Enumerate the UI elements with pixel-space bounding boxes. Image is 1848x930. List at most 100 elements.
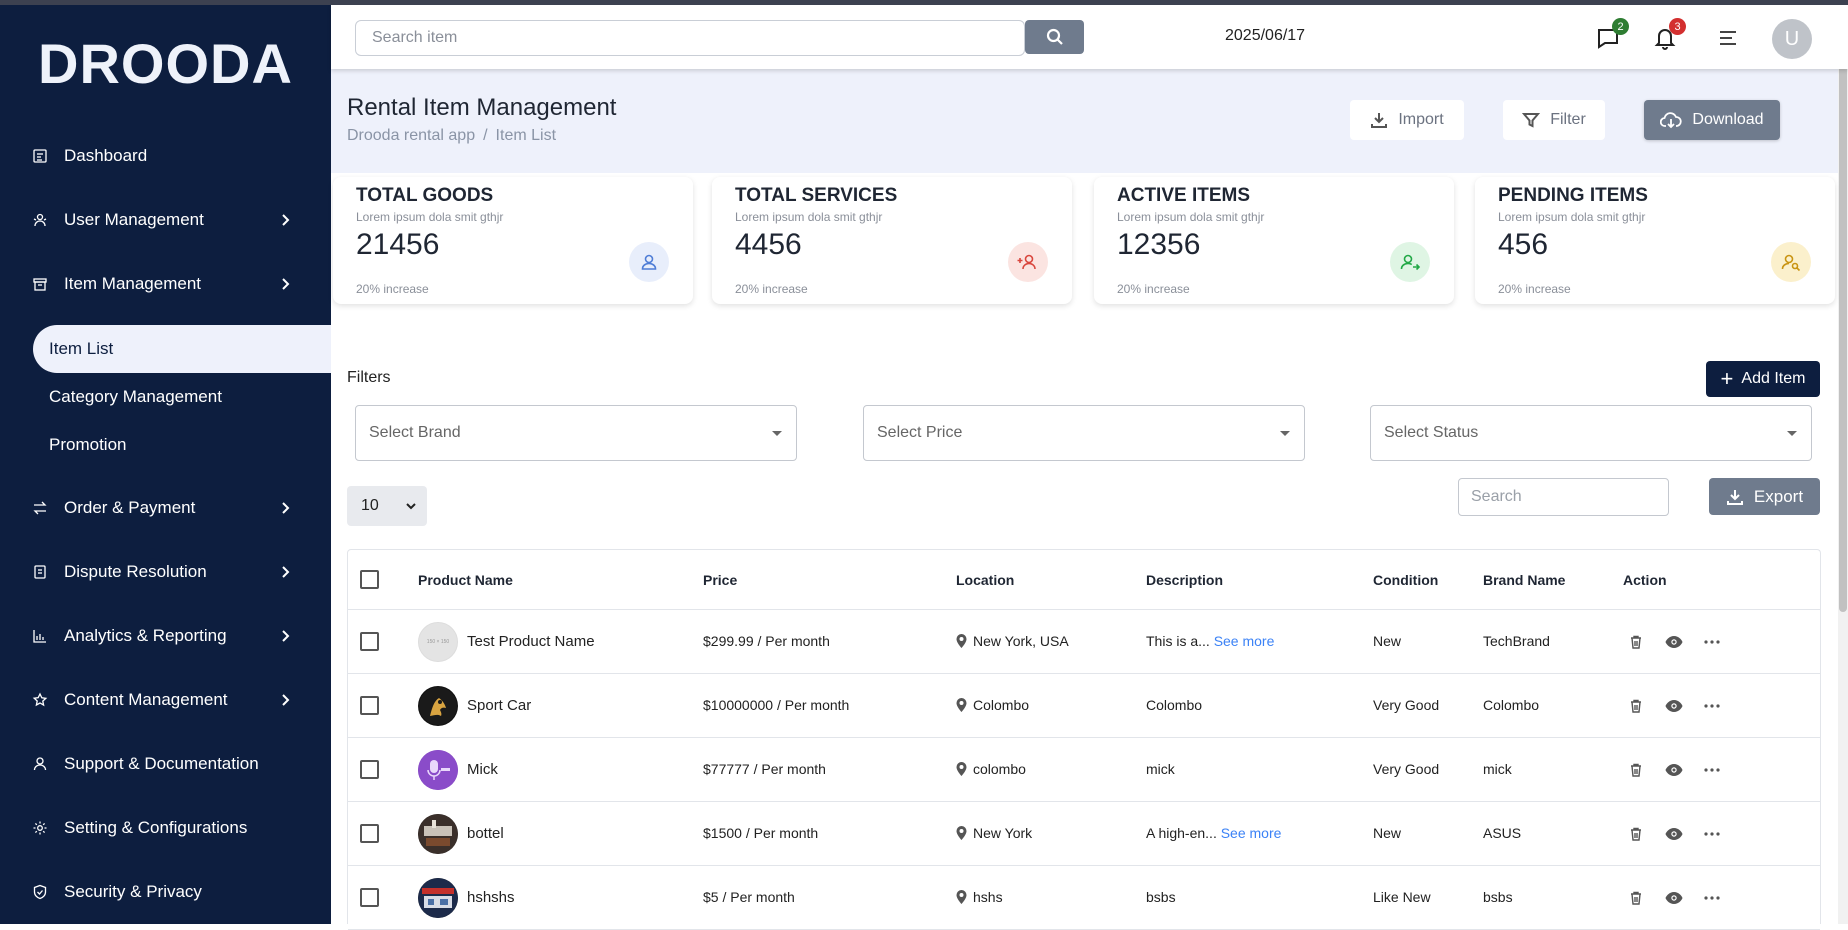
- location-pin-icon: [956, 698, 967, 712]
- trash-icon[interactable]: [1626, 632, 1646, 652]
- location-pin-icon: [956, 826, 967, 840]
- column-header-description[interactable]: Description: [1146, 572, 1223, 588]
- eye-icon[interactable]: [1664, 696, 1684, 716]
- eye-icon[interactable]: [1664, 888, 1684, 908]
- more-options-icon[interactable]: [1702, 824, 1722, 844]
- stat-card-total-goods: TOTAL GOODS Lorem ipsum dola smit gthjr …: [333, 177, 693, 304]
- stat-footer: 20% increase: [1117, 282, 1190, 296]
- header-search: [355, 20, 1025, 56]
- sidebar-subitem-category-management[interactable]: Category Management: [33, 373, 331, 421]
- gear-icon: [32, 820, 48, 836]
- app-logo: DROODA: [38, 32, 293, 95]
- sidebar-item-label: Dashboard: [64, 146, 148, 165]
- status-select[interactable]: Select Status: [1370, 405, 1812, 461]
- notifications-button[interactable]: 3: [1652, 18, 1686, 51]
- search-button[interactable]: [1025, 20, 1084, 54]
- column-header-location[interactable]: Location: [956, 572, 1014, 588]
- cloud-download-icon: [1660, 112, 1683, 129]
- eye-icon[interactable]: [1664, 632, 1684, 652]
- sidebar-item-order-payment[interactable]: Order & Payment: [0, 484, 331, 532]
- breadcrumb: Drooda rental app / Item List: [347, 127, 556, 145]
- row-checkbox[interactable]: [360, 760, 379, 779]
- sidebar-item-dashboard[interactable]: Dashboard: [0, 132, 331, 180]
- sidebar-item-support-documentation[interactable]: Support & Documentation: [0, 740, 331, 788]
- chevron-right-icon: [282, 502, 290, 514]
- rows-per-page-select[interactable]: 10: [347, 486, 427, 526]
- product-description: Colombo: [1146, 697, 1203, 713]
- notifications-badge: 3: [1669, 18, 1686, 35]
- avatar[interactable]: U: [1772, 19, 1812, 59]
- filter-label: Filter: [1550, 111, 1586, 128]
- select-all-checkbox[interactable]: [360, 570, 379, 589]
- sidebar-item-user-management[interactable]: User Management: [0, 196, 331, 244]
- table-row: hshshs $5 / Per month hshs bsbs Like New…: [348, 866, 1820, 930]
- table-search-input[interactable]: [1458, 478, 1669, 516]
- sidebar-item-security-privacy[interactable]: Security & Privacy: [0, 868, 331, 916]
- column-header-price[interactable]: Price: [703, 572, 737, 588]
- document-icon: [32, 564, 48, 580]
- sidebar-item-analytics-reporting[interactable]: Analytics & Reporting: [0, 612, 331, 660]
- stat-footer: 20% increase: [1498, 282, 1571, 296]
- chevron-right-icon: [282, 694, 290, 706]
- product-name: Test Product Name: [467, 633, 595, 650]
- product-description: A high-en...: [1146, 825, 1217, 841]
- sidebar-item-label: Analytics & Reporting: [64, 626, 227, 645]
- product-condition: New: [1373, 825, 1402, 841]
- export-button[interactable]: Export: [1709, 478, 1820, 515]
- exchange-icon: [32, 500, 48, 516]
- messages-button[interactable]: 2: [1595, 18, 1629, 51]
- trash-icon[interactable]: [1626, 760, 1646, 780]
- more-options-icon[interactable]: [1702, 696, 1722, 716]
- product-location: hshs: [973, 889, 1003, 905]
- row-checkbox[interactable]: [360, 888, 379, 907]
- search-icon: [1046, 28, 1063, 45]
- sidebar-item-label: Content Management: [64, 690, 228, 709]
- sidebar-item-content-management[interactable]: Content Management: [0, 676, 331, 724]
- trash-icon[interactable]: [1626, 696, 1646, 716]
- sidebar-item-dispute-resolution[interactable]: Dispute Resolution: [0, 548, 331, 596]
- location-pin-icon: [956, 634, 967, 648]
- stat-subtitle: Lorem ipsum dola smit gthjr: [735, 210, 883, 224]
- sidebar-subitem-promotion[interactable]: Promotion: [33, 421, 331, 469]
- page-scrollbar-thumb[interactable]: [1839, 20, 1847, 612]
- row-checkbox[interactable]: [360, 696, 379, 715]
- price-select-placeholder: Select Price: [877, 424, 963, 441]
- column-header-condition[interactable]: Condition: [1373, 572, 1438, 588]
- more-options-icon[interactable]: [1702, 888, 1722, 908]
- more-options-icon[interactable]: [1702, 632, 1722, 652]
- chevron-down-icon: [406, 503, 416, 510]
- see-more-link[interactable]: See more: [1221, 825, 1282, 841]
- stat-title: ACTIVE ITEMS: [1117, 185, 1251, 206]
- eye-icon[interactable]: [1664, 760, 1684, 780]
- column-header-brand-name[interactable]: Brand Name: [1483, 572, 1565, 588]
- product-brand: bsbs: [1483, 889, 1513, 905]
- product-price: $10000000 / Per month: [703, 697, 850, 713]
- stat-card-pending-items: PENDING ITEMS Lorem ipsum dola smit gthj…: [1475, 177, 1835, 304]
- add-item-button[interactable]: + Add Item: [1706, 361, 1820, 397]
- more-options-icon[interactable]: [1702, 760, 1722, 780]
- trash-icon[interactable]: [1626, 888, 1646, 908]
- sidebar-item-settings[interactable]: Setting & Configurations: [0, 804, 331, 852]
- column-header-product-name[interactable]: Product Name: [418, 572, 513, 588]
- stat-value: 4456: [735, 228, 802, 261]
- search-input[interactable]: [355, 20, 1025, 56]
- eye-icon[interactable]: [1664, 824, 1684, 844]
- sidebar-subitem-item-list[interactable]: Item List: [33, 325, 331, 373]
- see-more-link[interactable]: See more: [1214, 633, 1275, 649]
- product-description: bsbs: [1146, 889, 1176, 905]
- price-select[interactable]: Select Price: [863, 405, 1305, 461]
- product-name: Mick: [467, 761, 498, 778]
- sidebar-item-label: Support & Documentation: [64, 754, 259, 773]
- sidebar-item-item-management[interactable]: Item Management: [0, 260, 331, 308]
- download-button[interactable]: Download: [1644, 100, 1780, 140]
- filter-button[interactable]: Filter: [1503, 100, 1605, 140]
- brand-select[interactable]: Select Brand: [355, 405, 797, 461]
- row-checkbox[interactable]: [360, 824, 379, 843]
- import-button[interactable]: Import: [1350, 100, 1464, 140]
- trash-icon[interactable]: [1626, 824, 1646, 844]
- breadcrumb-root[interactable]: Drooda rental app: [347, 127, 475, 144]
- row-checkbox[interactable]: [360, 632, 379, 651]
- product-location: New York: [973, 825, 1033, 841]
- product-brand: ASUS: [1483, 825, 1522, 841]
- menu-button[interactable]: [1715, 25, 1741, 51]
